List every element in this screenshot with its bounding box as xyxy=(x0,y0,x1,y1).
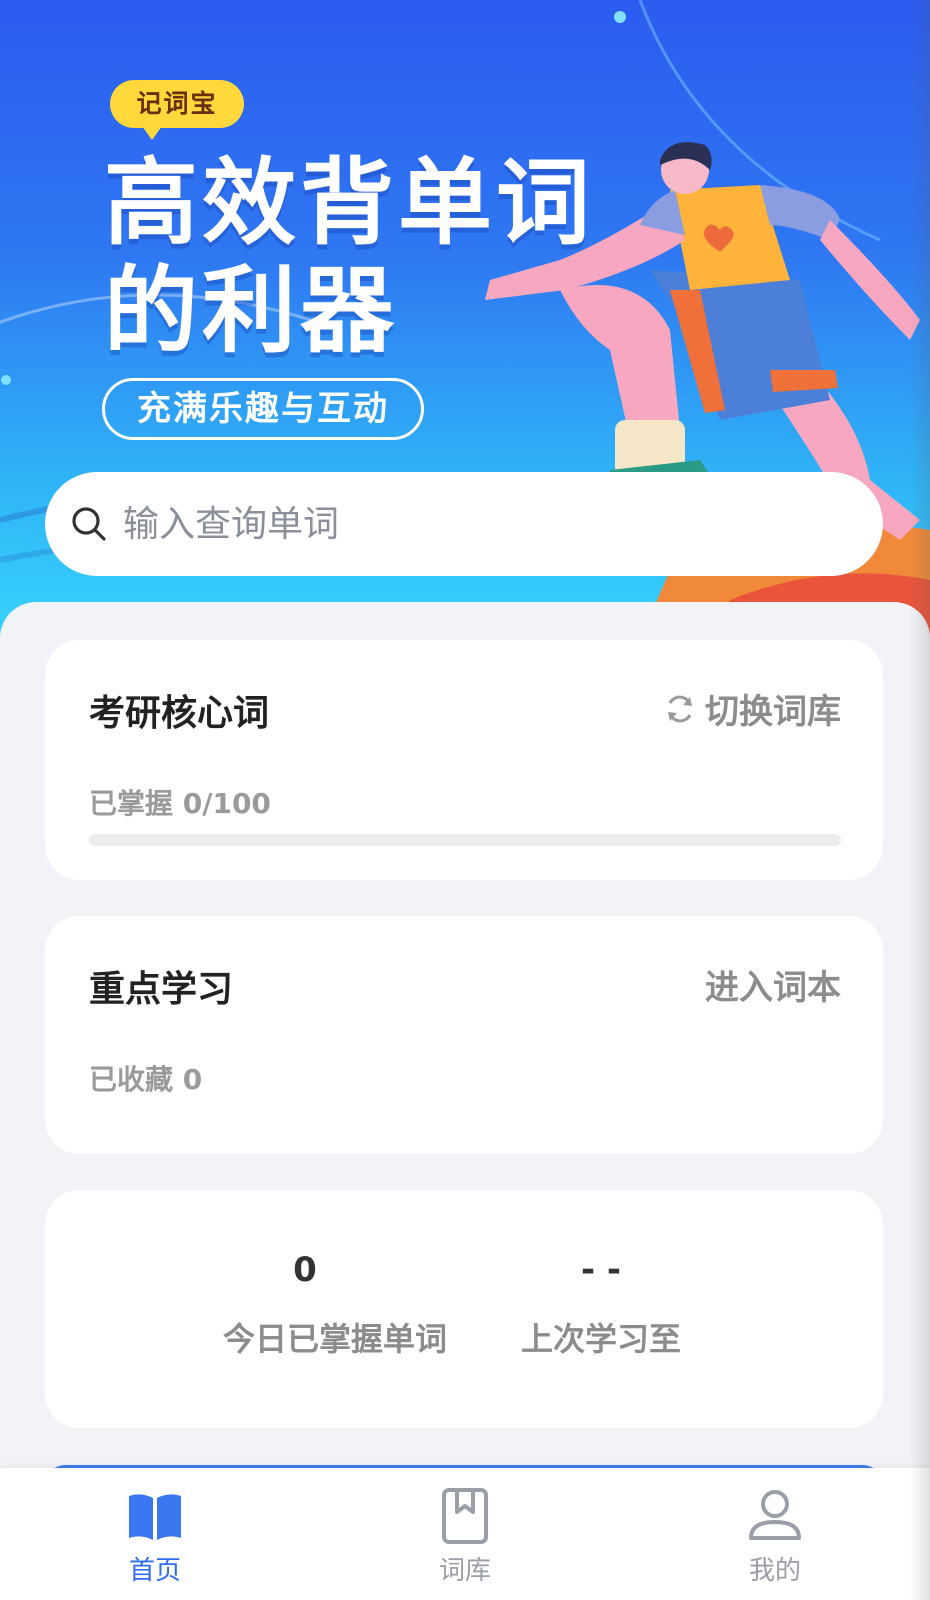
tab-wordbank[interactable]: 词库 xyxy=(310,1468,620,1600)
mastered-progress-bar xyxy=(89,834,841,846)
today-mastered-label: 今日已掌握单词 xyxy=(223,1320,448,1358)
bottom-tab-bar: 首页 词库 我的 xyxy=(0,1468,930,1600)
stats-row: 0 今日已掌握单词 - - 上次学习至 xyxy=(45,1190,883,1428)
search-bar[interactable] xyxy=(45,472,883,576)
banner-subtitle: 充满乐趣与互动 xyxy=(102,378,424,440)
collected-count-text: 已收藏 0 xyxy=(89,1063,203,1096)
last-studied-stat: - - 上次学习至 xyxy=(501,1250,701,1360)
wordbook-title: 考研核心词 xyxy=(89,693,270,734)
tab-wordbank-label: 词库 xyxy=(438,1556,491,1586)
window-edge-shadow xyxy=(910,0,930,1600)
last-studied-label: 上次学习至 xyxy=(520,1320,681,1358)
bookmark-book-icon xyxy=(442,1488,488,1544)
search-input[interactable] xyxy=(121,502,883,546)
tab-home[interactable]: 首页 xyxy=(0,1468,310,1600)
tab-profile[interactable]: 我的 xyxy=(620,1468,930,1600)
today-mastered-value: 0 xyxy=(293,1250,317,1290)
open-book-icon xyxy=(129,1494,181,1540)
focus-study-card[interactable]: 重点学习 进入词本 已收藏 0 xyxy=(45,916,883,1154)
app-name-tag: 记词宝 xyxy=(110,80,244,140)
switch-wordbook-label: 切换词库 xyxy=(705,692,841,732)
refresh-icon xyxy=(668,695,692,722)
stats-card: 0 今日已掌握单词 - - 上次学习至 xyxy=(45,1190,883,1428)
search-icon xyxy=(72,507,106,541)
app-root: 记词宝 高效背单词 的利器 充满乐趣与互动 输入查询单词 考研核心词 切换词库 … xyxy=(0,0,930,1600)
user-icon xyxy=(749,1490,801,1540)
tab-home-label: 首页 xyxy=(128,1556,181,1586)
switch-wordbook-button[interactable]: 切换词库 xyxy=(663,684,841,733)
last-studied-value: - - xyxy=(580,1250,622,1290)
today-mastered-stat: 0 今日已掌握单词 xyxy=(223,1250,448,1360)
enter-wordbook-button[interactable]: 进入词本 xyxy=(705,960,841,1009)
tab-profile-label: 我的 xyxy=(748,1556,801,1586)
mastered-progress-text: 已掌握 0/100 xyxy=(89,787,271,820)
focus-study-title: 重点学习 xyxy=(89,969,234,1010)
wordbook-card[interactable]: 考研核心词 切换词库 已掌握 0/100 xyxy=(45,640,883,880)
